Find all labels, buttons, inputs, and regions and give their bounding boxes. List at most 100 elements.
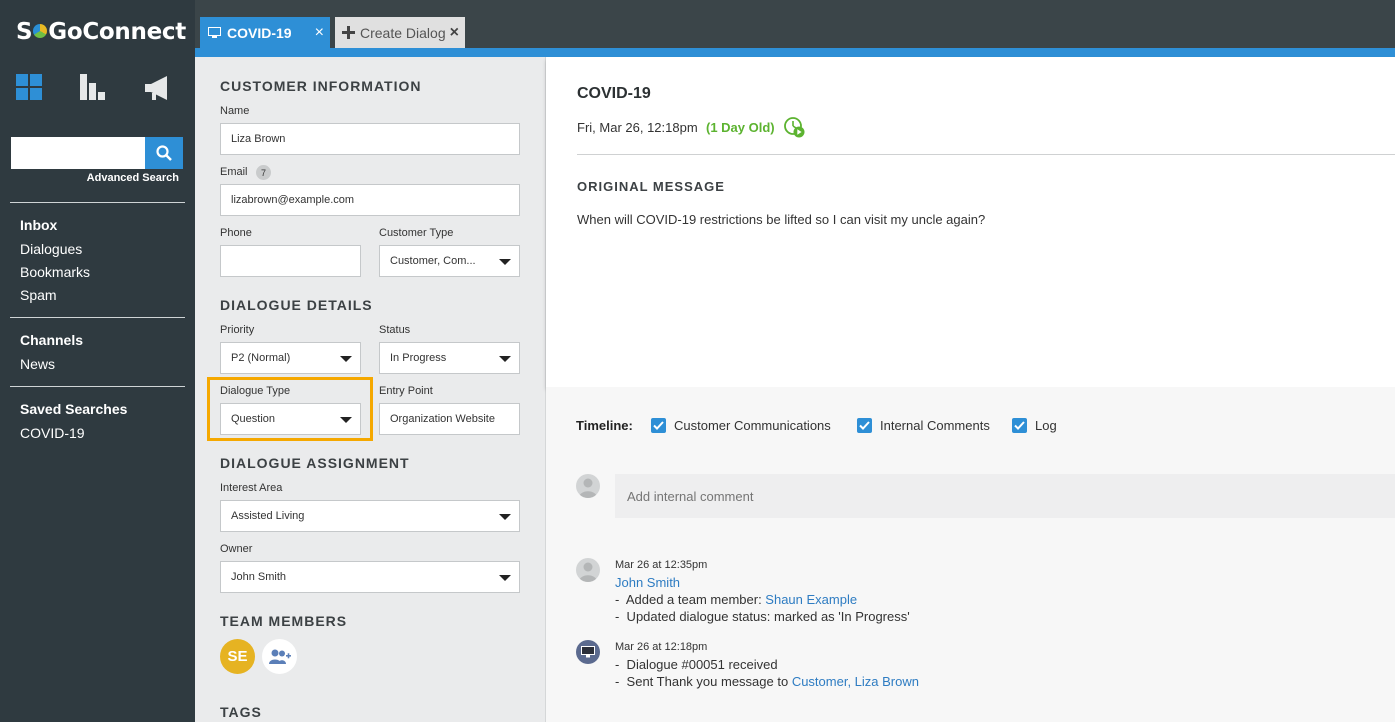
entry-user-avatar xyxy=(576,558,600,582)
dashboard-icon[interactable] xyxy=(16,74,44,102)
add-users-icon xyxy=(268,649,291,664)
nav-item-spam[interactable]: Spam xyxy=(20,287,57,303)
interest-area-select[interactable]: Assisted Living xyxy=(220,500,520,532)
plus-icon xyxy=(342,26,355,39)
owner-value: John Smith xyxy=(231,571,287,583)
tab-close-icon[interactable]: × xyxy=(315,24,324,42)
nav-heading-saved-searches[interactable]: Saved Searches xyxy=(20,401,127,417)
team-members-title: TEAM MEMBERS xyxy=(220,613,348,629)
chevron-down-icon xyxy=(499,259,511,265)
email-label: Email xyxy=(220,166,248,178)
name-field[interactable]: Liza Brown xyxy=(220,123,520,155)
filter-customer-communications-checkbox[interactable] xyxy=(651,418,666,433)
tab-underline xyxy=(195,48,1395,57)
reports-icon[interactable] xyxy=(79,74,107,102)
dialogue-details-title: DIALOGUE DETAILS xyxy=(220,297,373,313)
entry-point-field[interactable]: Organization Website xyxy=(379,403,520,435)
nav-divider xyxy=(10,386,185,387)
add-team-member-button[interactable] xyxy=(262,639,297,674)
monitor-icon xyxy=(581,646,595,658)
nav-item-dialogues[interactable]: Dialogues xyxy=(20,241,82,257)
dialogue-type-highlight xyxy=(207,377,373,441)
current-user-avatar xyxy=(576,474,600,498)
nav-icon-bar xyxy=(16,74,176,102)
left-nav: S GoConnect Advanced Search Inbox Dialogu… xyxy=(0,0,195,722)
team-member-link[interactable]: Shaun Example xyxy=(765,592,857,607)
tab-covid19[interactable]: COVID-19 × xyxy=(200,17,330,48)
user-icon xyxy=(579,562,597,582)
owner-select[interactable]: John Smith xyxy=(220,561,520,593)
original-message-text: When will COVID-19 restrictions be lifte… xyxy=(577,212,986,227)
email-field[interactable]: lizabrown@example.com xyxy=(220,184,520,216)
phone-field[interactable] xyxy=(220,245,361,277)
entry-line: - Sent Thank you message to Customer, Li… xyxy=(615,674,919,689)
dialogue-card: COVID-19 Fri, Mar 26, 12:18pm (1 Day Old… xyxy=(546,57,1395,387)
phone-label: Phone xyxy=(220,227,252,239)
filter-label[interactable]: Log xyxy=(1035,418,1057,433)
system-avatar xyxy=(576,640,600,664)
entry-point-value: Organization Website xyxy=(390,413,495,425)
search-input[interactable] xyxy=(11,137,145,169)
status-label: Status xyxy=(379,324,411,336)
filter-log-checkbox[interactable] xyxy=(1012,418,1027,433)
nav-heading-channels[interactable]: Channels xyxy=(20,332,83,348)
customer-info-title: CUSTOMER INFORMATION xyxy=(220,78,422,94)
status-value: In Progress xyxy=(390,352,447,364)
search-button[interactable] xyxy=(145,137,183,169)
nav-divider xyxy=(10,317,185,318)
timeline-label: Timeline: xyxy=(576,418,633,433)
filter-internal-comments-checkbox[interactable] xyxy=(857,418,872,433)
entry-timestamp: Mar 26 at 12:18pm xyxy=(615,641,708,653)
entry-line-text: - Sent Thank you message to xyxy=(615,674,792,689)
chevron-down-icon xyxy=(340,356,352,362)
megaphone-icon[interactable] xyxy=(143,74,171,102)
dialogue-age: (1 Day Old) xyxy=(706,120,775,135)
customer-type-label: Customer Type xyxy=(379,227,454,239)
app-logo[interactable]: S GoConnect xyxy=(16,19,186,45)
dialogue-title: COVID-19 xyxy=(577,85,651,102)
tab-create-dialog[interactable]: Create Dialog × xyxy=(335,17,465,48)
nav-item-bookmarks[interactable]: Bookmarks xyxy=(20,264,90,280)
email-value: lizabrown@example.com xyxy=(231,194,355,206)
status-select[interactable]: In Progress xyxy=(379,342,520,374)
tags-title: TAGS xyxy=(220,704,262,720)
customer-type-value: Customer, Com... xyxy=(390,255,476,267)
chevron-down-icon xyxy=(499,575,511,581)
nav-item-covid19[interactable]: COVID-19 xyxy=(20,425,85,441)
chevron-down-icon xyxy=(499,514,511,520)
customer-link[interactable]: Customer, Liza Brown xyxy=(792,674,919,689)
entry-line-text: - Added a team member: xyxy=(615,592,766,607)
advanced-search-link[interactable]: Advanced Search xyxy=(87,172,179,184)
interest-area-value: Assisted Living xyxy=(231,510,305,522)
card-divider xyxy=(577,154,1395,155)
dialogue-assignment-title: DIALOGUE ASSIGNMENT xyxy=(220,455,410,471)
nav-divider xyxy=(10,202,185,203)
nav-item-news[interactable]: News xyxy=(20,356,55,372)
entry-line: - Added a team member: Shaun Example xyxy=(615,592,857,607)
search-icon xyxy=(156,145,172,161)
tab-label: Create Dialog xyxy=(360,24,446,41)
customer-type-select[interactable]: Customer, Com... xyxy=(379,245,520,277)
entry-point-label: Entry Point xyxy=(379,385,433,397)
tab-close-icon[interactable]: × xyxy=(450,24,459,42)
email-count-badge: 7 xyxy=(256,165,271,180)
owner-label: Owner xyxy=(220,543,253,555)
entry-author-link[interactable]: John Smith xyxy=(615,575,680,590)
chevron-down-icon xyxy=(499,356,511,362)
filter-label[interactable]: Internal Comments xyxy=(880,418,990,433)
monitor-icon xyxy=(208,27,221,38)
interest-area-label: Interest Area xyxy=(220,482,283,494)
internal-comment-input[interactable] xyxy=(615,474,1395,518)
team-member-avatar[interactable]: SE xyxy=(220,639,255,674)
name-value: Liza Brown xyxy=(231,133,286,145)
name-label: Name xyxy=(220,105,250,117)
clock-play-icon[interactable] xyxy=(784,117,806,139)
priority-value: P2 (Normal) xyxy=(231,352,291,364)
nav-heading-inbox[interactable]: Inbox xyxy=(20,217,57,233)
priority-label: Priority xyxy=(220,324,255,336)
priority-select[interactable]: P2 (Normal) xyxy=(220,342,361,374)
filter-label[interactable]: Customer Communications xyxy=(674,418,831,433)
logo-dot-icon xyxy=(33,24,48,38)
original-message-title: ORIGINAL MESSAGE xyxy=(577,179,725,194)
dialogue-date: Fri, Mar 26, 12:18pm xyxy=(577,120,698,135)
